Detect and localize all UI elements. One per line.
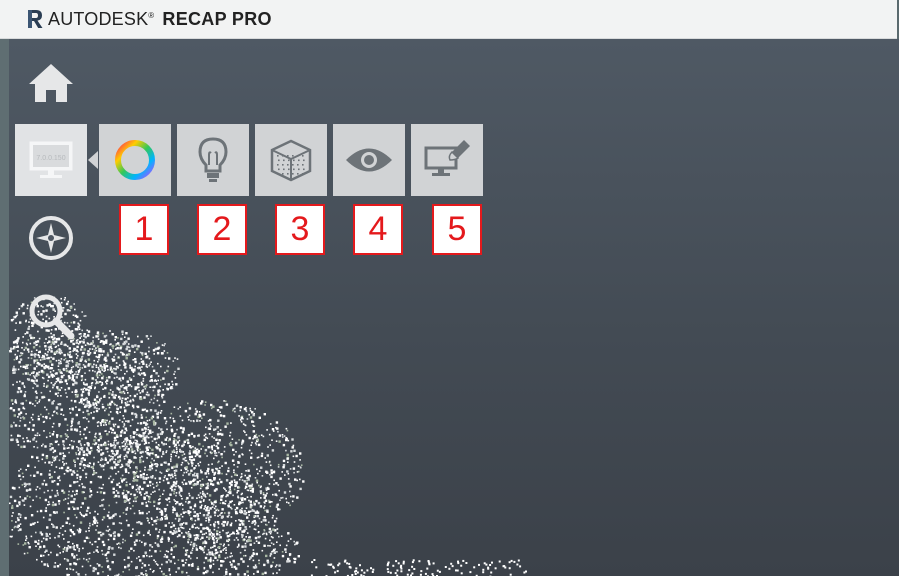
callout-label-2: 2 xyxy=(197,204,247,255)
visibility-button[interactable] xyxy=(333,124,405,196)
display-style-button[interactable] xyxy=(411,124,483,196)
lighting-button[interactable] xyxy=(177,124,249,196)
eye-icon xyxy=(346,148,392,172)
search-icon[interactable] xyxy=(26,292,76,340)
screen-text: 7.0.0.150 xyxy=(36,155,65,162)
lightbulb-icon xyxy=(198,137,228,182)
callout-label-4: 4 xyxy=(353,204,403,255)
monitor-paint-icon xyxy=(424,140,470,176)
callout-label-3: 3 xyxy=(275,204,325,255)
product-name: RECAP PRO xyxy=(162,8,272,29)
point-cloud xyxy=(9,296,527,576)
color-wheel-icon xyxy=(115,140,155,180)
viewport-canvas[interactable] xyxy=(9,39,899,576)
recap-logo-icon xyxy=(28,10,43,28)
color-mode-button[interactable] xyxy=(99,124,171,196)
point-display-button[interactable] xyxy=(255,124,327,196)
callout-label-1: 1 xyxy=(119,204,169,255)
compass-icon[interactable] xyxy=(27,214,75,262)
display-settings-button[interactable]: 7.0.0.150 xyxy=(15,124,87,196)
home-icon[interactable] xyxy=(26,60,76,106)
point-cube-icon xyxy=(270,139,312,182)
monitor-icon: 7.0.0.150 xyxy=(29,141,73,178)
brand-name: AUTODESK® xyxy=(48,8,155,29)
active-pointer xyxy=(88,151,98,169)
callout-label-5: 5 xyxy=(432,204,482,255)
window-edge xyxy=(0,39,9,576)
title-bar: AUTODESK® RECAP PRO xyxy=(0,0,897,39)
